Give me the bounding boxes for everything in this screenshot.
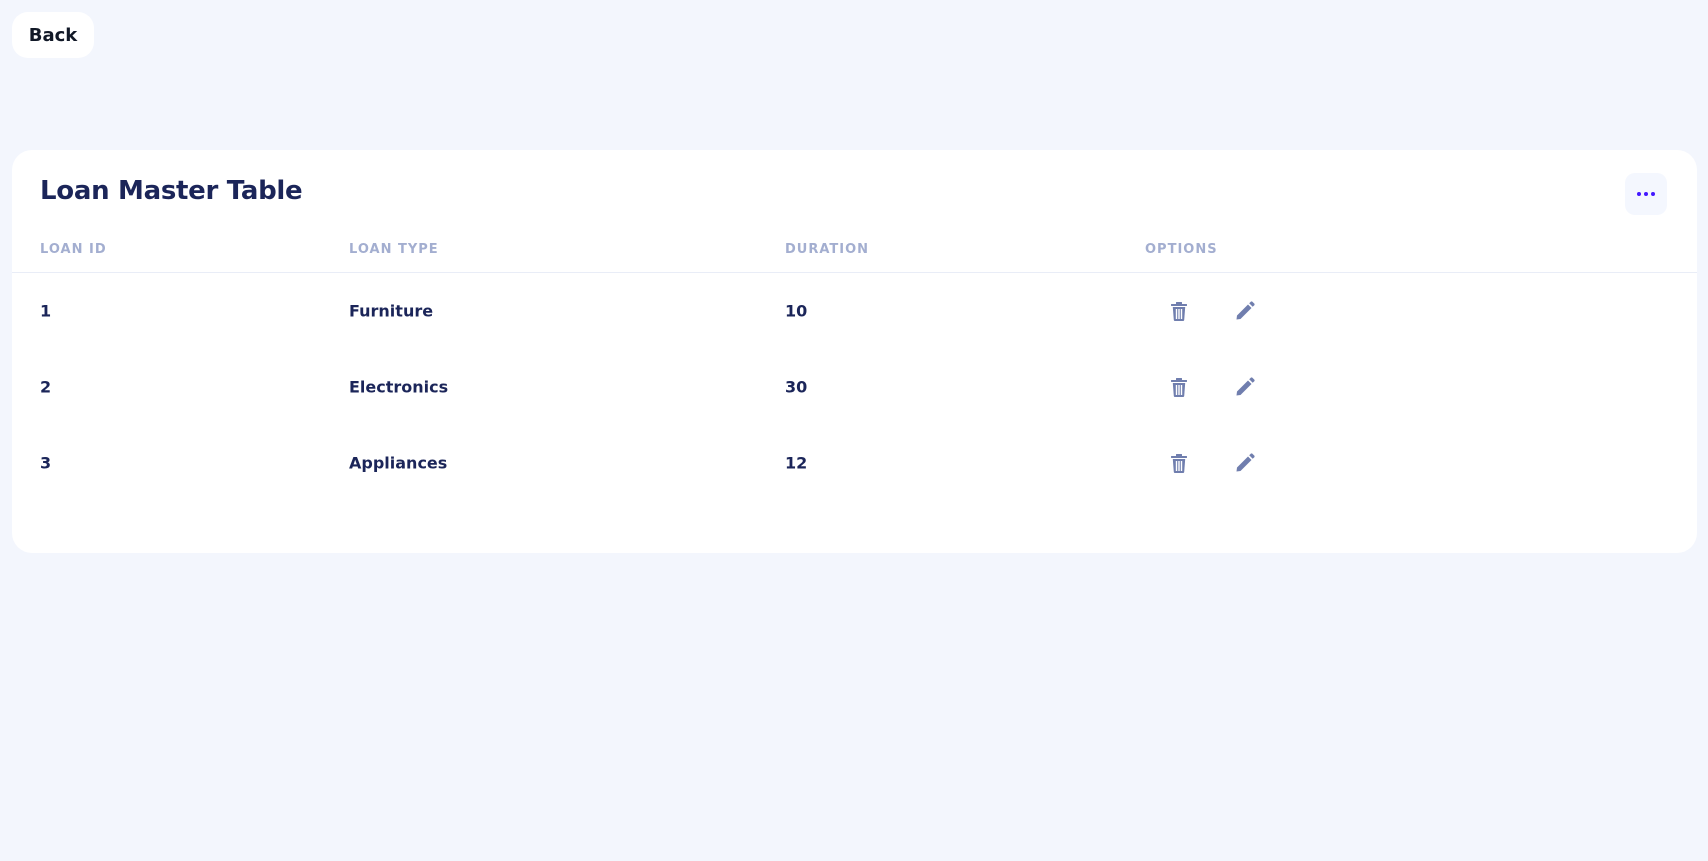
delete-button[interactable] (1167, 299, 1191, 323)
loan-id-cell: 1 (40, 301, 52, 321)
pencil-icon (1236, 453, 1255, 472)
loan-id-cell: 2 (40, 377, 52, 397)
duration-cell: 30 (785, 377, 808, 397)
edit-button[interactable] (1233, 299, 1257, 323)
back-button[interactable]: Back (12, 12, 94, 58)
table-row: 1 Furniture 10 (12, 273, 1697, 349)
duration-cell: 12 (785, 453, 808, 473)
edit-button[interactable] (1233, 451, 1257, 475)
pencil-icon (1236, 301, 1255, 320)
loan-type-cell: Electronics (349, 377, 449, 397)
delete-button[interactable] (1167, 375, 1191, 399)
column-header-loan-id: LOAN ID (40, 242, 107, 257)
loan-id-cell: 3 (40, 453, 52, 473)
more-options-button[interactable] (1625, 173, 1667, 215)
pencil-icon (1236, 377, 1255, 396)
trash-icon (1171, 301, 1187, 321)
column-header-loan-type: LOAN TYPE (349, 242, 439, 257)
delete-button[interactable] (1167, 451, 1191, 475)
table-row: 3 Appliances 12 (12, 425, 1697, 501)
duration-cell: 10 (785, 301, 808, 321)
loan-master-card: Loan Master Table LOAN ID LOAN TYPE DURA… (12, 150, 1697, 553)
loan-type-cell: Appliances (349, 453, 448, 473)
table-row: 2 Electronics 30 (12, 349, 1697, 425)
more-horizontal-icon (1637, 192, 1641, 196)
loan-type-cell: Furniture (349, 301, 434, 321)
column-header-options: OPTIONS (1145, 242, 1218, 257)
trash-icon (1171, 453, 1187, 473)
table-header: LOAN ID LOAN TYPE DURATION OPTIONS (12, 238, 1697, 273)
card-title: Loan Master Table (40, 176, 303, 206)
column-header-duration: DURATION (785, 242, 870, 257)
trash-icon (1171, 377, 1187, 397)
edit-button[interactable] (1233, 375, 1257, 399)
